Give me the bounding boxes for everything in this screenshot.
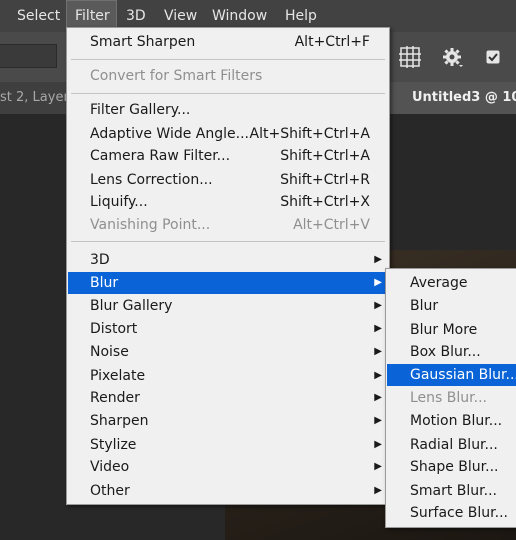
menu-item-shortcut: Shift+Ctrl+R	[280, 172, 370, 188]
menu-item-label: Shape Blur...	[410, 459, 499, 475]
submenu-arrow-icon: ▶	[374, 461, 382, 472]
menu-item-vanishing-point: Vanishing Point... Alt+Ctrl+V	[68, 214, 388, 236]
menu-item-label: Blur Gallery	[90, 298, 173, 314]
blur-item-lens-blur: Lens Blur...	[387, 387, 516, 409]
blur-item-radial-blur[interactable]: Radial Blur...	[387, 434, 516, 456]
menu-item-distort[interactable]: Distort ▶	[68, 318, 388, 340]
menu-item-label: Distort	[90, 321, 138, 337]
menu-item-smart-sharpen[interactable]: Smart Sharpen Alt+Ctrl+F	[68, 31, 388, 53]
menu-item-label: Noise	[90, 344, 129, 360]
filter-menu: Smart Sharpen Alt+Ctrl+F Convert for Sma…	[66, 27, 390, 505]
checkbox-icon[interactable]	[486, 50, 500, 64]
submenu-arrow-icon: ▶	[374, 323, 382, 334]
menu-item-3d[interactable]: 3D ▶	[68, 249, 388, 271]
menu-item-blur-gallery[interactable]: Blur Gallery ▶	[68, 295, 388, 317]
submenu-arrow-icon: ▶	[374, 254, 382, 265]
menu-select[interactable]: Select	[17, 0, 60, 32]
menu-item-label: Pixelate	[90, 368, 146, 384]
menu-item-adaptive-wide-angle[interactable]: Adaptive Wide Angle... Alt+Shift+Ctrl+A	[68, 123, 388, 145]
menu-item-label: Motion Blur...	[410, 413, 503, 429]
tab-active-document[interactable]: Untitled3 @ 100	[390, 82, 516, 114]
menu-item-blur[interactable]: Blur ▶	[68, 272, 388, 294]
menu-item-label: Other	[90, 483, 130, 499]
menu-item-label: Smart Blur...	[410, 483, 497, 499]
menu-item-liquify[interactable]: Liquify... Shift+Ctrl+X	[68, 191, 388, 213]
menu-separator	[71, 241, 385, 242]
submenu-arrow-icon: ▶	[374, 300, 382, 311]
blur-item-box-blur[interactable]: Box Blur...	[387, 341, 516, 363]
submenu-arrow-icon: ▶	[374, 370, 382, 381]
menu-item-label: Blur More	[410, 322, 478, 338]
menu-item-sharpen[interactable]: Sharpen ▶	[68, 410, 388, 432]
blur-item-surface-blur[interactable]: Surface Blur...	[387, 502, 516, 524]
menu-item-label: Camera Raw Filter...	[90, 148, 231, 164]
menu-item-label: Stylize	[90, 437, 137, 453]
blur-item-blur[interactable]: Blur	[387, 295, 516, 317]
menu-item-label: Sharpen	[90, 413, 149, 429]
blur-item-smart-blur[interactable]: Smart Blur...	[387, 480, 516, 502]
menu-item-shortcut: Alt+Ctrl+V	[293, 217, 370, 233]
menu-item-shortcut: Shift+Ctrl+A	[280, 148, 370, 164]
menu-item-label: Surface Blur...	[410, 505, 508, 521]
menu-item-pixelate[interactable]: Pixelate ▶	[68, 365, 388, 387]
menu-item-convert-smart-filters: Convert for Smart Filters	[68, 65, 388, 87]
blur-submenu: Average Blur Blur More Box Blur... Gauss…	[385, 268, 516, 528]
options-input-field[interactable]	[0, 44, 57, 68]
menu-item-label: Radial Blur...	[410, 437, 498, 453]
menu-item-label: Blur	[410, 298, 439, 314]
menu-item-label: Filter Gallery...	[90, 102, 191, 118]
menu-item-stylize[interactable]: Stylize ▶	[68, 434, 388, 456]
menu-separator	[71, 93, 385, 94]
submenu-arrow-icon: ▶	[374, 439, 382, 450]
menu-item-label: Convert for Smart Filters	[90, 68, 263, 84]
menu-item-noise[interactable]: Noise ▶	[68, 341, 388, 363]
menu-item-shortcut: Shift+Ctrl+X	[280, 194, 370, 210]
menu-item-label: Adaptive Wide Angle...	[90, 126, 249, 142]
blur-item-gaussian-blur[interactable]: Gaussian Blur...	[387, 364, 516, 386]
menu-item-other[interactable]: Other ▶	[68, 480, 388, 502]
menu-item-label: Lens Correction...	[90, 172, 213, 188]
menu-item-shortcut: Alt+Ctrl+F	[294, 34, 370, 50]
menu-item-label: Liquify...	[90, 194, 148, 210]
menu-item-label: 3D	[90, 252, 110, 268]
menu-item-shortcut: Alt+Shift+Ctrl+A	[249, 126, 370, 142]
menu-item-label: Render	[90, 390, 140, 406]
menu-item-camera-raw-filter[interactable]: Camera Raw Filter... Shift+Ctrl+A	[68, 145, 388, 167]
submenu-arrow-icon: ▶	[374, 415, 382, 426]
menu-item-label: Blur	[90, 275, 119, 291]
menu-item-video[interactable]: Video ▶	[68, 456, 388, 478]
menu-item-label: Gaussian Blur...	[410, 367, 516, 383]
blur-item-blur-more[interactable]: Blur More	[387, 319, 516, 341]
tab-previous-document[interactable]: st 2, Layer	[0, 82, 66, 114]
blur-item-average[interactable]: Average	[387, 272, 516, 294]
menu-item-label: Average	[410, 275, 468, 291]
submenu-arrow-icon: ▶	[374, 392, 382, 403]
menu-item-label: Video	[90, 459, 130, 475]
blur-item-motion-blur[interactable]: Motion Blur...	[387, 410, 516, 432]
menu-item-label: Box Blur...	[410, 344, 481, 360]
submenu-arrow-icon: ▶	[374, 277, 382, 288]
menu-item-filter-gallery[interactable]: Filter Gallery...	[68, 99, 388, 121]
menu-item-label: Smart Sharpen	[90, 34, 196, 50]
menu-item-render[interactable]: Render ▶	[68, 387, 388, 409]
menu-separator	[71, 59, 385, 60]
blur-item-shape-blur[interactable]: Shape Blur...	[387, 456, 516, 478]
grid-icon[interactable]	[399, 46, 421, 68]
menu-item-label: Lens Blur...	[410, 390, 487, 406]
submenu-arrow-icon: ▶	[374, 346, 382, 357]
submenu-arrow-icon: ▶	[374, 485, 382, 496]
menu-item-lens-correction[interactable]: Lens Correction... Shift+Ctrl+R	[68, 169, 388, 191]
menu-item-label: Vanishing Point...	[90, 217, 211, 233]
gear-icon[interactable]	[442, 46, 464, 68]
